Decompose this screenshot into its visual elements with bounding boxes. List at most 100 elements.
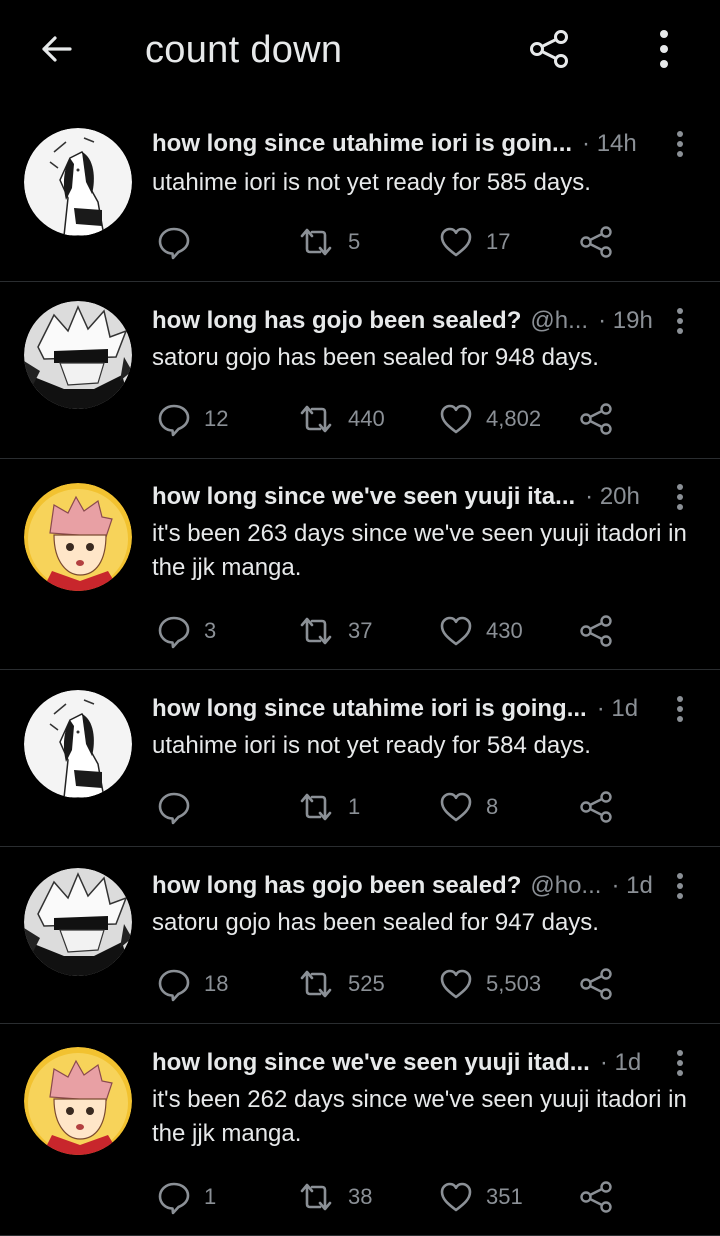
timestamp[interactable]: · 14h [582,130,637,158]
tweet-more-button[interactable] [670,692,690,726]
more-vertical-icon [677,1050,683,1076]
display-name[interactable]: how long has gojo been sealed? [152,307,521,335]
tweet-header: how long since utahime iori is going... … [152,691,658,727]
share-tweet-button[interactable] [578,611,614,651]
retweet-icon [300,617,332,645]
share-tweet-button[interactable] [578,222,614,262]
reply-button[interactable]: 1 [156,1177,216,1217]
retweet-icon [300,793,332,821]
reply-icon [158,404,190,437]
tweet-more-button[interactable] [670,1046,690,1080]
like-count: 5,503 [486,971,542,996]
reply-icon [158,227,190,260]
username[interactable]: @ho... [530,872,601,900]
tweet-more-button[interactable] [670,869,690,903]
tweet[interactable]: how long since we've seen yuuji ita... ·… [0,459,720,670]
timestamp[interactable]: · 20h [585,483,640,511]
retweet-button[interactable]: 440 [296,399,385,439]
page-title: count down [145,29,343,71]
tweet[interactable]: how long since we've seen yuuji itad... … [0,1024,720,1236]
reply-icon [158,616,190,649]
tweet-header: how long has gojo been sealed? @ho... · … [152,868,658,904]
heart-icon [440,792,472,822]
retweet-count: 37 [348,618,373,643]
reply-icon [158,792,190,825]
timestamp[interactable]: · 1d [611,872,652,900]
like-count: 17 [486,229,511,254]
retweet-count: 525 [348,971,385,996]
retweet-button[interactable]: 38 [296,1177,372,1217]
reply-button[interactable]: 3 [156,611,216,651]
reply-count: 3 [204,618,217,643]
avatar[interactable] [24,128,132,236]
retweet-button[interactable]: 37 [296,611,372,651]
like-button[interactable]: 17 [438,222,510,262]
tweet-actions: 1 38 351 [0,1177,720,1217]
share-icon [530,30,568,68]
share-icon [580,615,612,647]
share-tweet-button[interactable] [578,1177,614,1217]
tweet[interactable]: how long since utahime iori is going... … [0,670,720,847]
tweet[interactable]: how long has gojo been sealed? @ho... · … [0,847,720,1024]
avatar[interactable] [24,483,132,591]
retweet-icon [300,228,332,256]
like-button[interactable]: 5,503 [438,964,541,1004]
top-app-bar: count down [0,0,720,104]
tweet-header: how long has gojo been sealed? @h... · 1… [152,303,658,339]
tweet-text: satoru gojo has been sealed for 948 days… [152,344,599,371]
reply-button[interactable] [156,222,204,262]
arrow-left-icon [42,36,72,62]
like-button[interactable]: 430 [438,611,523,651]
like-button[interactable]: 4,802 [438,399,541,439]
reply-button[interactable] [156,787,204,827]
reply-button[interactable]: 18 [156,964,228,1004]
share-button[interactable] [524,26,574,72]
retweet-button[interactable]: 1 [296,787,360,827]
share-tweet-button[interactable] [578,399,614,439]
share-icon [580,1181,612,1213]
share-tweet-button[interactable] [578,787,614,827]
like-button[interactable]: 8 [438,787,498,827]
username[interactable]: @h... [530,307,588,335]
tweet-text: it's been 262 days since we've seen yuuj… [152,1086,687,1147]
tweet-actions: 18 525 5,503 [0,964,720,1004]
retweet-count: 1 [348,794,361,819]
tweet-more-button[interactable] [670,127,690,161]
display-name[interactable]: how long since utahime iori is going... [152,695,587,723]
timestamp[interactable]: · 1d [597,695,638,723]
tweet-text: utahime iori is not yet ready for 585 da… [152,169,591,196]
display-name[interactable]: how long since we've seen yuuji ita... [152,483,575,511]
timestamp[interactable]: · 19h [598,307,653,335]
reply-count: 1 [204,1184,217,1209]
avatar[interactable] [24,301,132,409]
retweet-icon [300,405,332,433]
back-button[interactable] [30,26,82,72]
share-icon [580,968,612,1000]
display-name[interactable]: how long since we've seen yuuji itad... [152,1049,590,1077]
tweet-actions: 1 8 [0,787,720,827]
avatar[interactable] [24,690,132,798]
timestamp[interactable]: · 1d [600,1049,641,1077]
avatar[interactable] [24,1047,132,1155]
tweet-more-button[interactable] [670,304,690,338]
like-count: 430 [486,618,523,643]
tweet-actions: 12 440 4,802 [0,399,720,439]
more-vertical-icon [677,696,683,722]
heart-icon [440,404,472,434]
display-name[interactable]: how long since utahime iori is goin... [152,130,572,158]
like-button[interactable]: 351 [438,1177,523,1217]
retweet-button[interactable]: 525 [296,964,385,1004]
more-options-button[interactable] [642,26,686,72]
like-count: 4,802 [486,406,542,431]
heart-icon [440,227,472,257]
avatar[interactable] [24,868,132,976]
tweet[interactable]: how long has gojo been sealed? @h... · 1… [0,282,720,459]
tweet[interactable]: how long since utahime iori is goin... ·… [0,104,720,282]
display-name[interactable]: how long has gojo been sealed? [152,872,521,900]
tweet-more-button[interactable] [670,480,690,514]
reply-button[interactable]: 12 [156,399,228,439]
tweet-text: it's been 263 days since we've seen yuuj… [152,520,687,581]
retweet-button[interactable]: 5 [296,222,360,262]
share-tweet-button[interactable] [578,964,614,1004]
like-count: 351 [486,1184,523,1209]
